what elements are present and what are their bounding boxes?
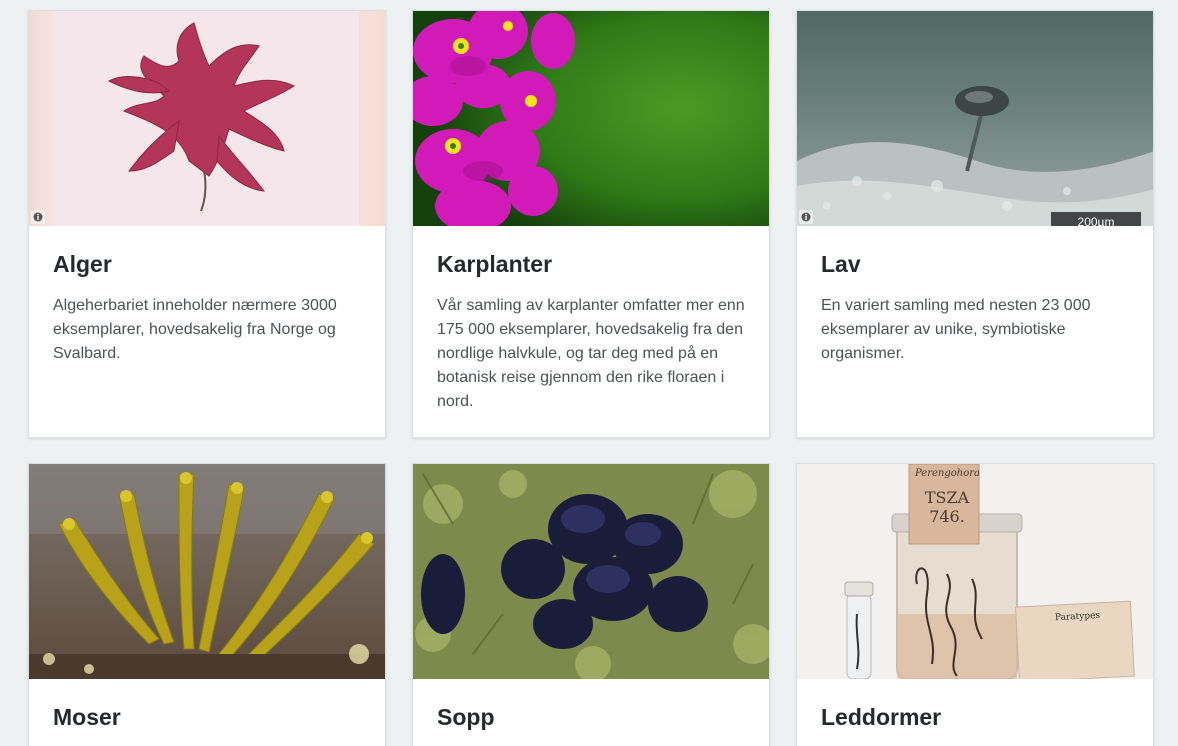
- card-title[interactable]: Leddormer: [821, 703, 1129, 731]
- card-image-leddormer[interactable]: Perengohora TSZA 746. Paratypes: [797, 464, 1153, 679]
- info-icon[interactable]: [799, 210, 813, 224]
- jar-label-line-1: Perengohora: [915, 468, 980, 479]
- card-image-karplanter[interactable]: [413, 11, 769, 226]
- card-title[interactable]: Lav: [821, 250, 1129, 278]
- card-sopp[interactable]: Sopp: [412, 463, 770, 746]
- card-lav[interactable]: 200µm Lav En variert samling med nesten …: [796, 10, 1154, 438]
- card-image-moser[interactable]: [29, 464, 385, 679]
- card-image-lav[interactable]: 200µm: [797, 11, 1153, 226]
- card-title[interactable]: Moser: [53, 703, 361, 731]
- card-description: Vår samling av karplanter omfatter mer e…: [437, 297, 745, 410]
- info-icon[interactable]: [31, 210, 45, 224]
- collection-grid: Alger Algeherbariet inneholder nærmere 3…: [0, 0, 1178, 746]
- card-title[interactable]: Sopp: [437, 703, 745, 731]
- card-title[interactable]: Karplanter: [437, 250, 745, 278]
- card-description: En variert samling med nesten 23 000 eks…: [821, 297, 1091, 362]
- card-description: Algeherbariet inneholder nærmere 3000 ek…: [53, 297, 337, 362]
- scale-bar-label: 200µm: [1051, 212, 1141, 226]
- card-karplanter[interactable]: Karplanter Vår samling av karplanter omf…: [412, 10, 770, 438]
- jar-label-text: Perengohora TSZA 746.: [915, 468, 980, 526]
- card-image-alger[interactable]: [29, 11, 385, 226]
- jar-label-line-3: 746.: [929, 507, 965, 526]
- card-alger[interactable]: Alger Algeherbariet inneholder nærmere 3…: [28, 10, 386, 438]
- card-image-sopp[interactable]: [413, 464, 769, 679]
- jar-label-line-2: TSZA: [924, 488, 970, 507]
- card-title[interactable]: Alger: [53, 250, 361, 278]
- card-moser[interactable]: Moser: [28, 463, 386, 746]
- card-leddormer[interactable]: Perengohora TSZA 746. Paratypes Leddorme…: [796, 463, 1154, 746]
